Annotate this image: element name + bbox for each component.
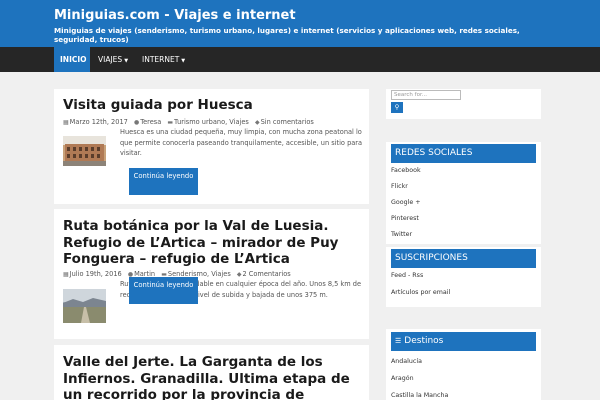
post-author[interactable]: Teresa — [140, 118, 161, 126]
sidebar: Search for... ⚲ REDES SOCIALES Facebook … — [386, 89, 541, 400]
main-content: Visita guiada por Huesca ▦Marzo 12th, 20… — [54, 89, 369, 400]
read-more-button[interactable]: Continúa leyendo — [129, 168, 198, 195]
post-date: Julio 19th, 2016 — [69, 270, 122, 278]
read-more-button[interactable]: Continúa leyendo — [129, 277, 198, 304]
calendar-icon: ▦ — [63, 119, 69, 126]
comments-icon: ◆ — [236, 271, 242, 278]
post-title[interactable]: Visita guiada por Huesca — [63, 97, 363, 114]
post-card: Valle del Jerte. La Garganta de los Infi… — [54, 345, 369, 400]
search-input[interactable]: Search for... — [391, 90, 461, 100]
post-meta: ▦Marzo 12th, 2017 ●Teresa ▬Turismo urban… — [63, 118, 314, 126]
link-pinterest[interactable]: Pinterest — [391, 215, 419, 222]
post-title[interactable]: Valle del Jerte. La Garganta de los Infi… — [63, 354, 363, 400]
post-thumbnail[interactable] — [63, 289, 106, 323]
search-icon: ⚲ — [394, 103, 400, 111]
link-castilla-la-mancha[interactable]: Castilla la Mancha — [391, 392, 448, 399]
list-icon: ☰ — [395, 337, 402, 345]
post-date: Marzo 12th, 2017 — [69, 118, 128, 126]
widget-title: SUSCRIPCIONES — [391, 249, 536, 268]
post-comments[interactable]: 2 Comentarios — [243, 270, 291, 278]
nav-item-internet[interactable]: INTERNET ▼ — [136, 47, 191, 72]
link-google-plus[interactable]: Google + — [391, 199, 420, 206]
nav-item-viajes[interactable]: VIAJES ▼ — [92, 47, 134, 72]
caret-down-icon: ▼ — [124, 58, 129, 64]
link-andalucia[interactable]: Andalucía — [391, 358, 422, 365]
link-flickr[interactable]: Flickr — [391, 183, 408, 190]
post-comments[interactable]: Sin comentarios — [261, 118, 314, 126]
link-aragon[interactable]: Aragón — [391, 375, 414, 382]
widget-title: ☰ Destinos — [391, 332, 536, 351]
search-widget: Search for... ⚲ — [386, 89, 541, 119]
post-categories[interactable]: Turismo urbano, Viajes — [174, 118, 249, 126]
link-twitter[interactable]: Twitter — [391, 231, 412, 238]
widget-title: REDES SOCIALES — [391, 144, 536, 163]
post-card: Visita guiada por Huesca ▦Marzo 12th, 20… — [54, 89, 369, 204]
widget-suscripciones: SUSCRIPCIONES Feed - Rss Artículos por e… — [386, 247, 541, 307]
caret-down-icon: ▼ — [181, 58, 186, 64]
user-icon: ● — [133, 119, 140, 126]
calendar-icon: ▦ — [63, 271, 69, 278]
post-title[interactable]: Ruta botánica por la Val de Luesia. Refu… — [63, 218, 363, 268]
site-title[interactable]: Miniguias.com - Viajes e internet — [54, 8, 296, 23]
main-nav: INICIO VIAJES ▼ INTERNET ▼ — [0, 47, 600, 72]
link-articulos-email[interactable]: Artículos por email — [391, 289, 450, 296]
post-thumbnail[interactable] — [63, 136, 106, 166]
comments-icon: ◆ — [254, 119, 260, 126]
post-excerpt: Huesca es una ciudad pequeña, muy limpia… — [120, 128, 363, 158]
site-header: Miniguias.com - Viajes e internet Minigu… — [0, 0, 600, 47]
widget-destinos: ☰ Destinos Andalucía Aragón Castilla la M… — [386, 329, 541, 400]
site-description: Miniguias de viajes (senderismo, turismo… — [54, 26, 520, 44]
folder-icon: ▬ — [167, 119, 174, 126]
search-button[interactable]: ⚲ — [391, 102, 403, 113]
nav-item-inicio[interactable]: INICIO — [54, 47, 90, 72]
widget-redes-sociales: REDES SOCIALES Facebook Flickr Google + … — [386, 142, 541, 244]
link-facebook[interactable]: Facebook — [391, 167, 421, 174]
post-card: Ruta botánica por la Val de Luesia. Refu… — [54, 209, 369, 339]
link-feed-rss[interactable]: Feed - Rss — [391, 272, 423, 279]
